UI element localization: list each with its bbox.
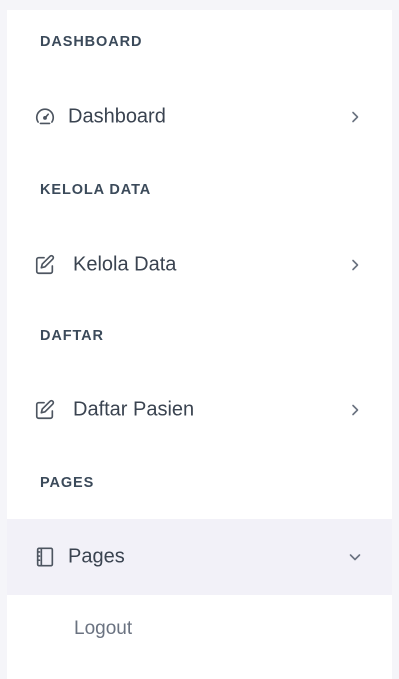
sidebar-menu: DASHBOARD Dashboard KELOLA DATA Kelola D… (7, 10, 392, 679)
menu-label-kelola-data: Kelola Data (73, 253, 177, 276)
chevron-right-icon (348, 403, 362, 417)
menu-label-pages: Pages (68, 545, 125, 568)
menu-item-dashboard[interactable]: Dashboard (7, 87, 392, 147)
section-header-pages: PAGES (40, 475, 95, 491)
submenu-label-logout: Logout (74, 618, 133, 639)
menu-item-pages[interactable]: Pages (7, 519, 392, 595)
book-icon (34, 546, 56, 568)
section-header-daftar: DAFTAR (40, 328, 104, 344)
menu-item-daftar-pasien[interactable]: Daftar Pasien (7, 380, 392, 440)
chevron-down-icon (348, 550, 362, 564)
submenu-item-logout[interactable]: Logout (7, 607, 392, 651)
menu-item-kelola-data[interactable]: Kelola Data (7, 235, 392, 295)
edit-icon (34, 399, 56, 421)
section-header-dashboard: DASHBOARD (40, 34, 143, 50)
edit-icon (34, 254, 56, 276)
section-header-kelola-data: KELOLA DATA (40, 182, 152, 198)
speedometer-icon (34, 106, 56, 128)
chevron-right-icon (348, 258, 362, 272)
menu-label-daftar-pasien: Daftar Pasien (73, 398, 195, 421)
chevron-right-icon (348, 110, 362, 124)
menu-label-dashboard: Dashboard (68, 105, 166, 128)
